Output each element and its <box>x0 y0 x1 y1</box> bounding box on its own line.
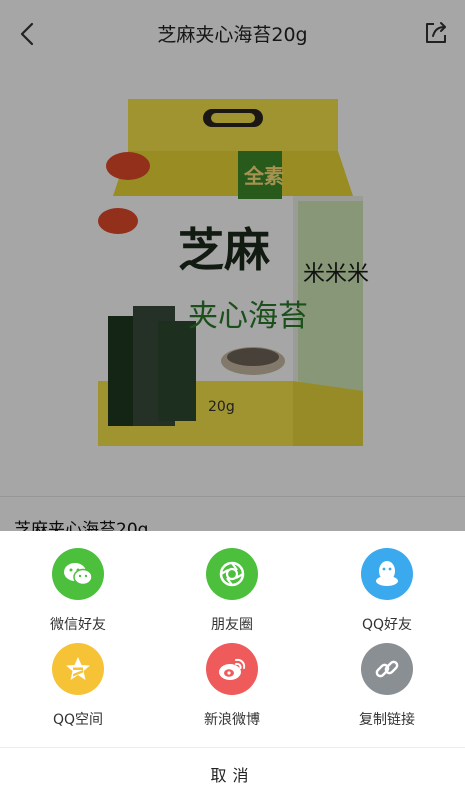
share-sheet: 微信好友 朋友圈 QQ好友 QQ空间 新浪微博 复制链接 取消 <box>0 531 465 800</box>
share-qq-button[interactable]: QQ好友 <box>327 548 447 638</box>
weibo-icon <box>206 643 258 695</box>
copy-link-button[interactable]: 复制链接 <box>327 643 447 733</box>
moments-icon <box>206 548 258 600</box>
share-weibo-button[interactable]: 新浪微博 <box>172 643 292 733</box>
qq-icon <box>361 548 413 600</box>
share-qzone-label: QQ空间 <box>52 712 104 728</box>
wechat-icon <box>52 548 104 600</box>
link-icon <box>361 643 413 695</box>
share-moments-label: 朋友圈 <box>211 617 253 633</box>
copy-link-label: 复制链接 <box>359 712 415 728</box>
share-qq-label: QQ好友 <box>361 617 413 633</box>
share-wechat-button[interactable]: 微信好友 <box>18 548 138 638</box>
share-qzone-button[interactable]: QQ空间 <box>18 643 138 733</box>
cancel-button[interactable]: 取消 <box>0 748 465 800</box>
share-moments-button[interactable]: 朋友圈 <box>172 548 292 638</box>
share-weibo-label: 新浪微博 <box>204 712 260 728</box>
qzone-icon <box>52 643 104 695</box>
share-wechat-label: 微信好友 <box>50 617 106 633</box>
